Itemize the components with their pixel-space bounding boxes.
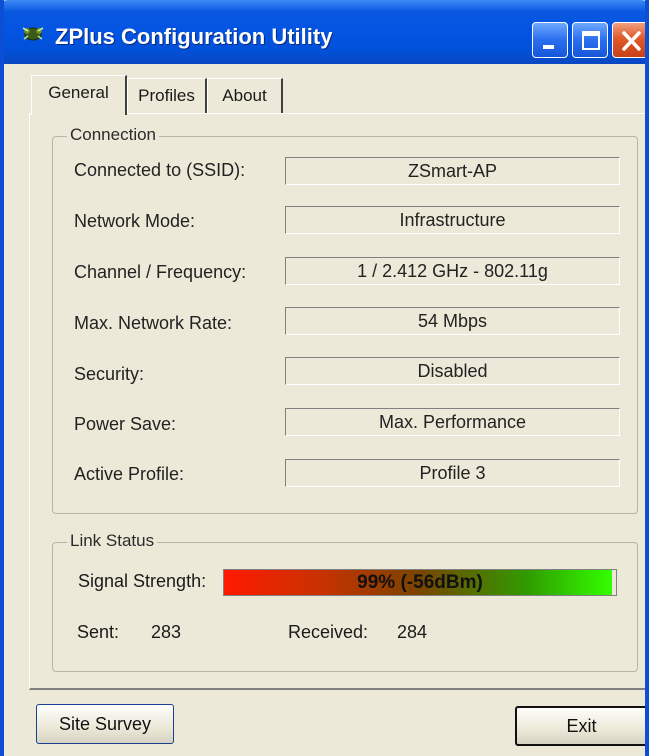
channel-frequency-value: 1 / 2.412 GHz - 802.11g — [285, 257, 620, 285]
active-profile-value: Profile 3 — [285, 459, 620, 487]
network-rate-value: 54 Mbps — [285, 307, 620, 335]
network-mode-value: Infrastructure — [285, 206, 620, 234]
tab-general[interactable]: General — [31, 75, 127, 115]
link-status-legend: Link Status — [67, 531, 158, 551]
ssid-value: ZSmart-AP — [285, 157, 620, 185]
security-value: Disabled — [285, 357, 620, 385]
tab-about[interactable]: About — [207, 78, 283, 113]
received-label: Received: — [288, 622, 369, 642]
minimize-button[interactable] — [532, 22, 568, 58]
signal-strength-text: 99% (-56dBm) — [357, 572, 483, 593]
bug-icon — [22, 27, 44, 41]
power-save-value: Max. Performance — [285, 408, 620, 436]
signal-strength-bar: 99% (-56dBm) — [223, 569, 617, 596]
app-window: ZPlus Configuration Utility General Prof… — [0, 0, 649, 756]
maximize-button[interactable] — [572, 22, 608, 58]
connection-legend: Connection — [67, 125, 160, 145]
title-bar[interactable]: ZPlus Configuration Utility — [4, 0, 645, 64]
network-mode-label: Network Mode: — [74, 211, 196, 231]
security-label: Security: — [74, 364, 145, 384]
channel-frequency-label: Channel / Frequency: — [74, 262, 247, 282]
ssid-label: Connected to (SSID): — [74, 160, 246, 180]
power-save-label: Power Save: — [74, 414, 177, 434]
close-icon — [622, 31, 641, 51]
signal-strength-label: Signal Strength: — [78, 571, 207, 591]
sent-value: 283 — [151, 622, 182, 642]
tab-profiles[interactable]: Profiles — [127, 78, 207, 113]
sent-label: Sent: — [77, 622, 120, 642]
link-status-group: Link Status — [52, 531, 638, 672]
exit-button[interactable]: Exit — [515, 706, 645, 746]
received-value: 284 — [397, 622, 428, 642]
minimize-icon — [543, 45, 554, 49]
site-survey-button[interactable]: Site Survey — [36, 704, 174, 744]
close-button[interactable] — [612, 22, 645, 58]
active-profile-label: Active Profile: — [74, 464, 185, 484]
maximize-icon — [582, 31, 600, 50]
network-rate-label: Max. Network Rate: — [74, 313, 233, 333]
window-title: ZPlus Configuration Utility — [55, 24, 333, 49]
